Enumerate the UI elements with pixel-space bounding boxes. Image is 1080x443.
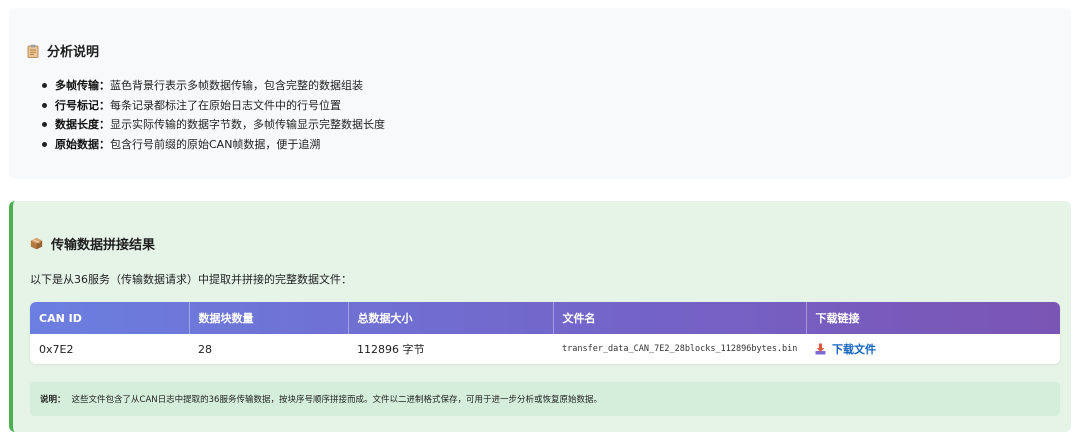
list-item-text: 包含行号前缀的原始CAN帧数据，便于追溯 bbox=[110, 137, 321, 151]
table-row: 0x7E2 28 112896 字节 transfer_data_CAN_7E2… bbox=[30, 334, 1060, 364]
analysis-list: 多帧传输：蓝色背景行表示多帧数据传输，包含完整的数据组装 行号标记：每条记录都标… bbox=[41, 76, 385, 154]
note-text: 这些文件包含了从CAN日志中提取的36服务传输数据，按块序号顺序拼接而成。文件以… bbox=[71, 395, 602, 405]
cell-download: 下载文件 bbox=[806, 334, 1060, 364]
cell-filename: transfer_data_CAN_7E2_28blocks_112896byt… bbox=[562, 344, 798, 354]
note-label: 说明： bbox=[40, 395, 66, 405]
list-item-term: 原始数据： bbox=[55, 137, 110, 151]
cell-size: 112896 字节 bbox=[357, 343, 425, 356]
column-header-blocks: 数据块数量 bbox=[189, 302, 349, 334]
cell-blocks: 28 bbox=[198, 342, 212, 356]
result-title-text: 传输数据拼接结果 bbox=[51, 238, 156, 253]
clipboard-icon bbox=[27, 44, 39, 58]
result-panel: 传输数据拼接结果 以下是从36服务（传输数据请求）中提取并拼接的完整数据文件： … bbox=[9, 201, 1071, 432]
download-link-label: 下载文件 bbox=[832, 342, 876, 356]
analysis-panel: 分析说明 多帧传输：蓝色背景行表示多帧数据传输，包含完整的数据组装 行号标记：每… bbox=[9, 8, 1071, 179]
list-item: 行号标记：每条记录都标注了在原始日志文件中的行号位置 bbox=[41, 96, 385, 116]
result-title: 传输数据拼接结果 bbox=[30, 234, 155, 253]
cell-can-id: 0x7E2 bbox=[39, 342, 74, 356]
list-item-text: 蓝色背景行表示多帧数据传输，包含完整的数据组装 bbox=[110, 79, 363, 92]
analysis-title: 分析说明 bbox=[27, 41, 99, 60]
column-header-download: 下载链接 bbox=[815, 312, 860, 325]
result-note: 说明： 这些文件包含了从CAN日志中提取的36服务传输数据，按块序号顺序拼接而成… bbox=[30, 382, 1060, 416]
list-item-text: 显示实际传输的数据字节数，多帧传输显示完整数据长度 bbox=[110, 118, 385, 131]
list-item-term: 多帧传输： bbox=[55, 79, 110, 92]
download-icon bbox=[815, 343, 826, 355]
table-header-row: CAN ID 数据块数量 总数据大小 文件名 下载链接 bbox=[30, 302, 1060, 334]
list-item-term: 行号标记： bbox=[55, 98, 110, 112]
column-header-filename: 文件名 bbox=[553, 302, 807, 334]
list-item-text: 每条记录都标注了在原始日志文件中的行号位置 bbox=[110, 98, 341, 112]
list-item: 数据长度：显示实际传输的数据字节数，多帧传输显示完整数据长度 bbox=[41, 115, 385, 135]
list-item-term: 数据长度： bbox=[55, 118, 110, 131]
analysis-title-text: 分析说明 bbox=[47, 45, 100, 60]
list-item: 多帧传输：蓝色背景行表示多帧数据传输，包含完整的数据组装 bbox=[41, 76, 385, 96]
column-header-size: 总数据大小 bbox=[348, 302, 554, 334]
result-intro: 以下是从36服务（传输数据请求）中提取并拼接的完整数据文件： bbox=[30, 273, 352, 286]
result-table: CAN ID 数据块数量 总数据大小 文件名 下载链接 0x7E2 28 112… bbox=[30, 302, 1060, 364]
download-file-link[interactable]: 下载文件 bbox=[815, 341, 876, 357]
list-item: 原始数据：包含行号前缀的原始CAN帧数据，便于追溯 bbox=[41, 135, 385, 155]
column-header-can-id: CAN ID bbox=[30, 302, 190, 334]
package-icon bbox=[30, 237, 43, 250]
